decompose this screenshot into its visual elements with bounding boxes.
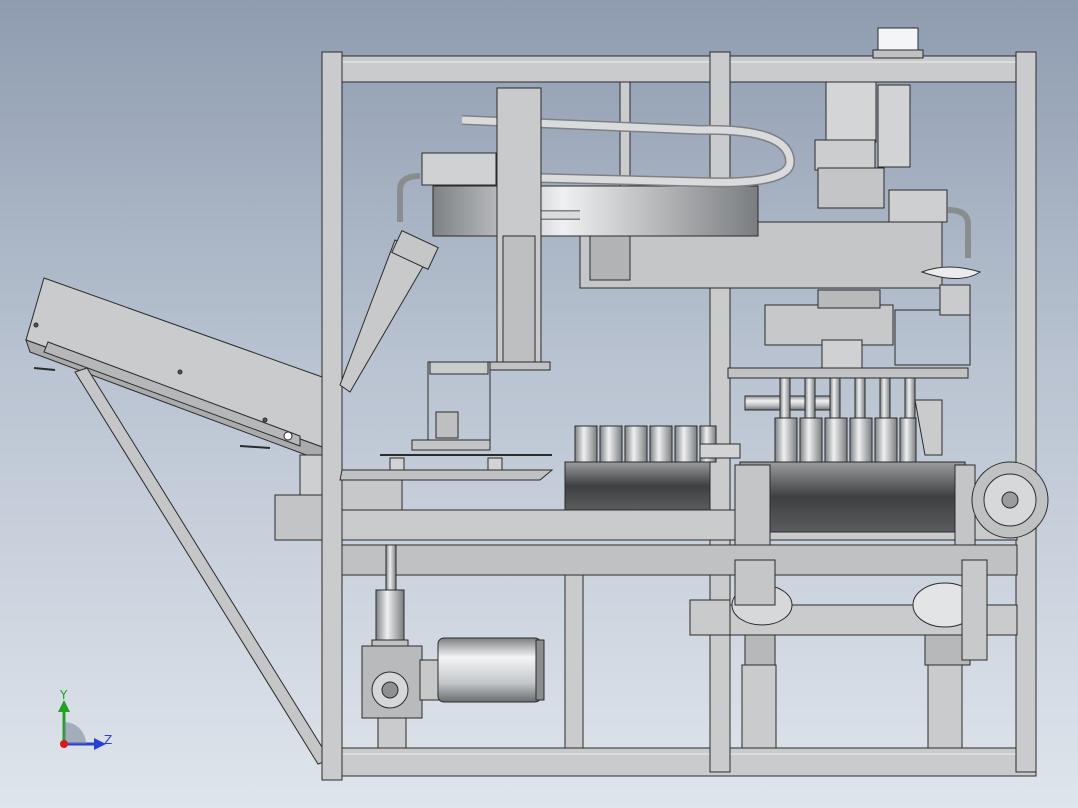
axis-label-y: Y bbox=[59, 688, 68, 702]
cad-viewport[interactable]: Y Z bbox=[0, 0, 1078, 808]
cup-row-right bbox=[774, 417, 917, 463]
belt-conveyor-right bbox=[739, 461, 966, 533]
pulley-right-upper bbox=[971, 461, 1049, 539]
cup-row-left bbox=[574, 425, 717, 463]
coordinate-triad bbox=[58, 700, 106, 750]
inclined-feed-conveyor bbox=[25, 277, 326, 463]
axis-label-z: Z bbox=[104, 733, 112, 747]
gearbox bbox=[361, 645, 423, 719]
drive-motor bbox=[419, 637, 545, 703]
belt-conveyor-left bbox=[564, 461, 711, 511]
machine-assembly-drawing[interactable]: Y Z bbox=[0, 0, 1078, 808]
